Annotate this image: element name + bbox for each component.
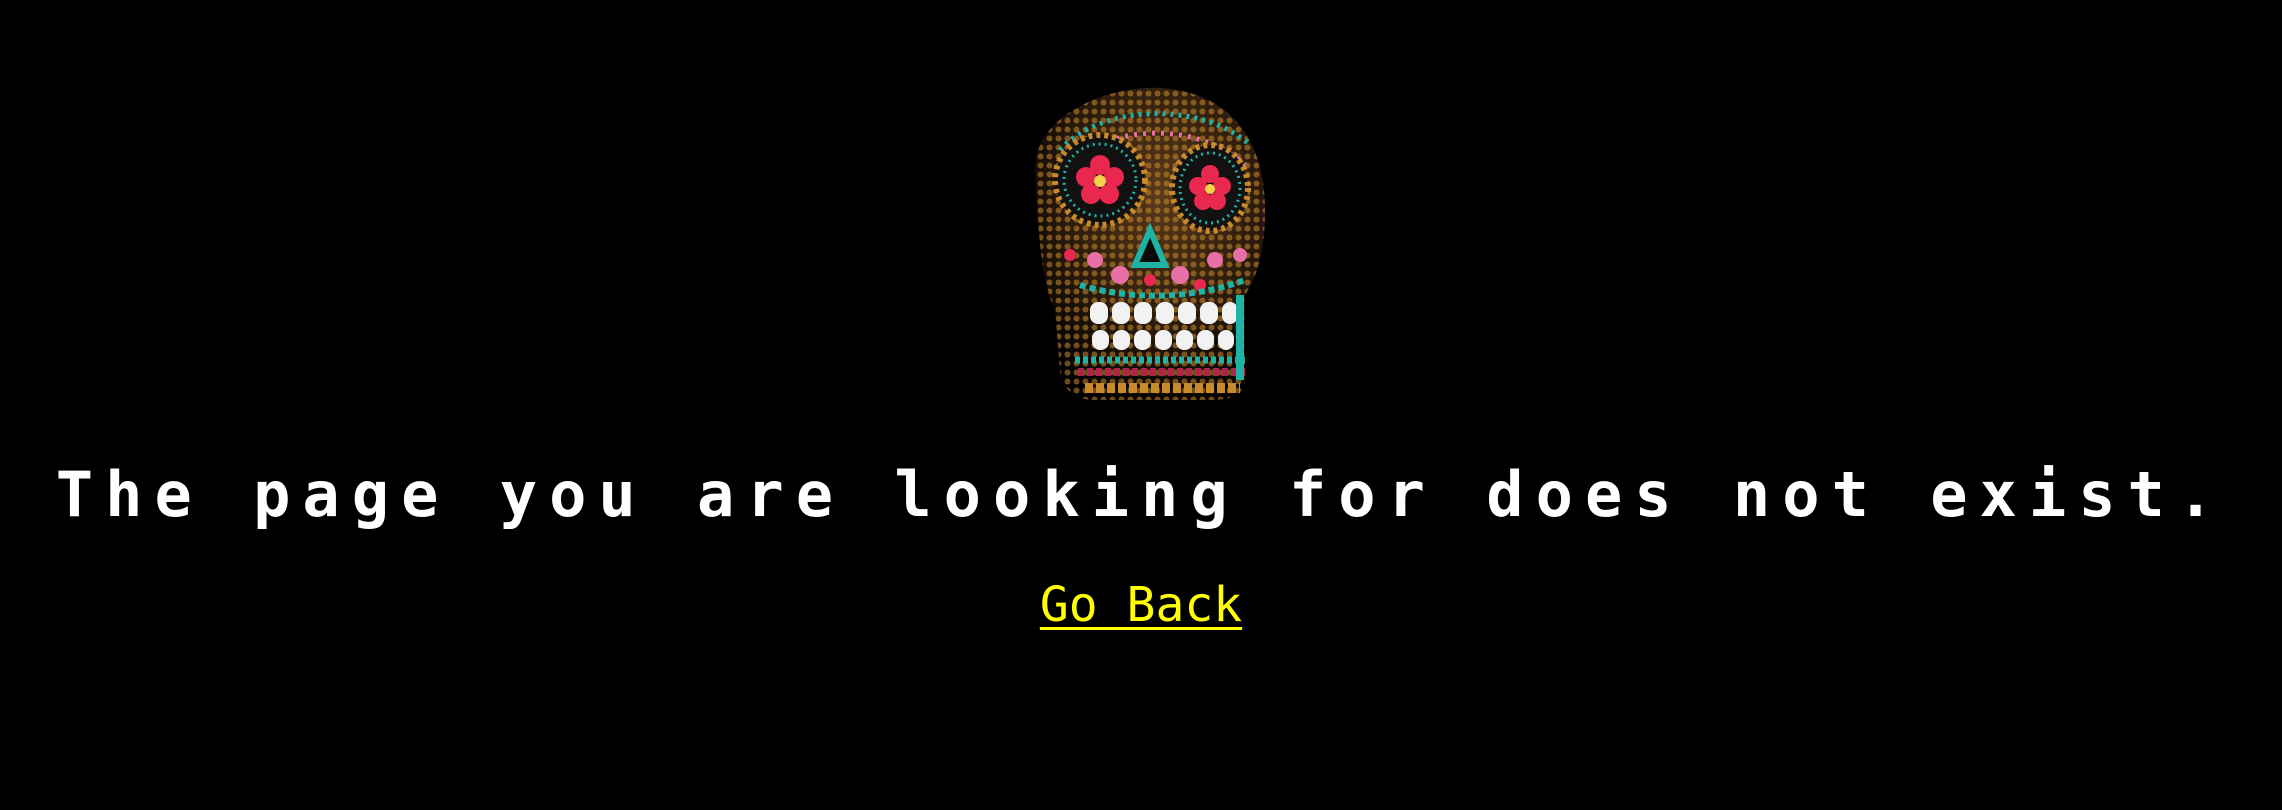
not-found-message: The page you are looking for does not ex… (55, 458, 2227, 531)
sugar-skull-icon (1034, 87, 1265, 400)
go-back-container: Go Back (0, 575, 2282, 647)
go-back-link[interactable]: Go Back (1040, 577, 1242, 633)
not-found-page: The page you are looking for does not ex… (0, 0, 2282, 810)
sugar-skull-image (1000, 80, 1280, 410)
